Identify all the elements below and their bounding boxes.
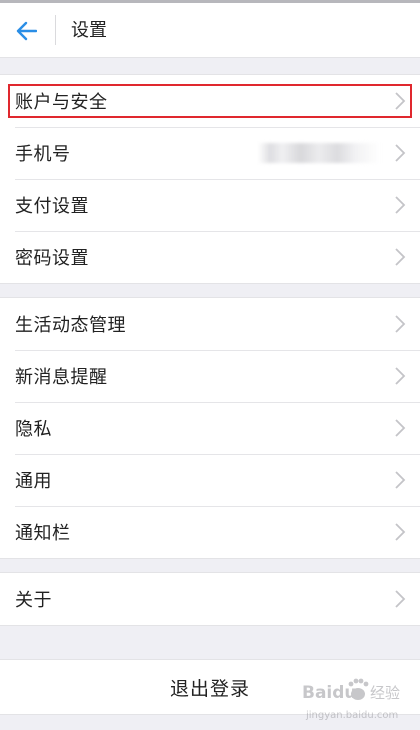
settings-item-phone[interactable]: 手机号	[0, 127, 420, 179]
chevron-right-icon	[395, 248, 406, 266]
settings-item-account-security[interactable]: 账户与安全	[0, 75, 420, 127]
settings-group-general: 生活动态管理 新消息提醒 隐私 通用 通知栏	[0, 297, 420, 559]
settings-item-label: 关于	[15, 590, 52, 611]
back-button[interactable]	[6, 11, 46, 51]
settings-item-notification-bar[interactable]: 通知栏	[0, 506, 420, 558]
settings-item-label: 隐私	[15, 419, 52, 440]
chevron-right-icon	[395, 523, 406, 541]
settings-item-privacy[interactable]: 隐私	[0, 402, 420, 454]
arrow-left-icon	[16, 21, 37, 41]
nav-bar: 设置	[0, 3, 420, 58]
settings-item-about[interactable]: 关于	[0, 573, 420, 625]
chevron-right-icon	[395, 144, 406, 162]
chevron-right-icon	[395, 590, 406, 608]
settings-item-label: 通知栏	[15, 523, 71, 544]
settings-item-moments-manage[interactable]: 生活动态管理	[0, 298, 420, 350]
settings-item-new-message-alert[interactable]: 新消息提醒	[0, 350, 420, 402]
chevron-right-icon	[395, 471, 406, 489]
settings-item-label: 支付设置	[15, 196, 89, 217]
settings-item-label: 手机号	[15, 144, 71, 165]
settings-item-label: 密码设置	[15, 248, 89, 269]
settings-item-payment[interactable]: 支付设置	[0, 179, 420, 231]
chevron-right-icon	[395, 92, 406, 110]
settings-item-label: 新消息提醒	[15, 367, 108, 388]
page-title: 设置	[71, 20, 107, 41]
watermark-text: 经验	[370, 684, 400, 702]
watermark-url: jingyan.baidu.com	[305, 710, 398, 721]
settings-item-label: 账户与安全	[15, 92, 108, 113]
settings-item-general[interactable]: 通用	[0, 454, 420, 506]
phone-number-blurred	[258, 143, 380, 163]
settings-group-about: 关于	[0, 572, 420, 626]
settings-item-label: 通用	[15, 471, 52, 492]
settings-group-account: 账户与安全 手机号 支付设置 密码设置	[0, 74, 420, 284]
chevron-right-icon	[395, 419, 406, 437]
settings-item-label: 生活动态管理	[15, 315, 126, 336]
chevron-right-icon	[395, 196, 406, 214]
logout-label: 退出登录	[169, 677, 250, 700]
chevron-right-icon	[395, 315, 406, 333]
watermark-brand: Baidu	[302, 683, 357, 703]
nav-divider	[55, 15, 56, 45]
baidu-watermark-logo: Baidu 经验 jingyan.baidu.com	[300, 676, 416, 724]
chevron-right-icon	[395, 367, 406, 385]
settings-item-password[interactable]: 密码设置	[0, 231, 420, 283]
